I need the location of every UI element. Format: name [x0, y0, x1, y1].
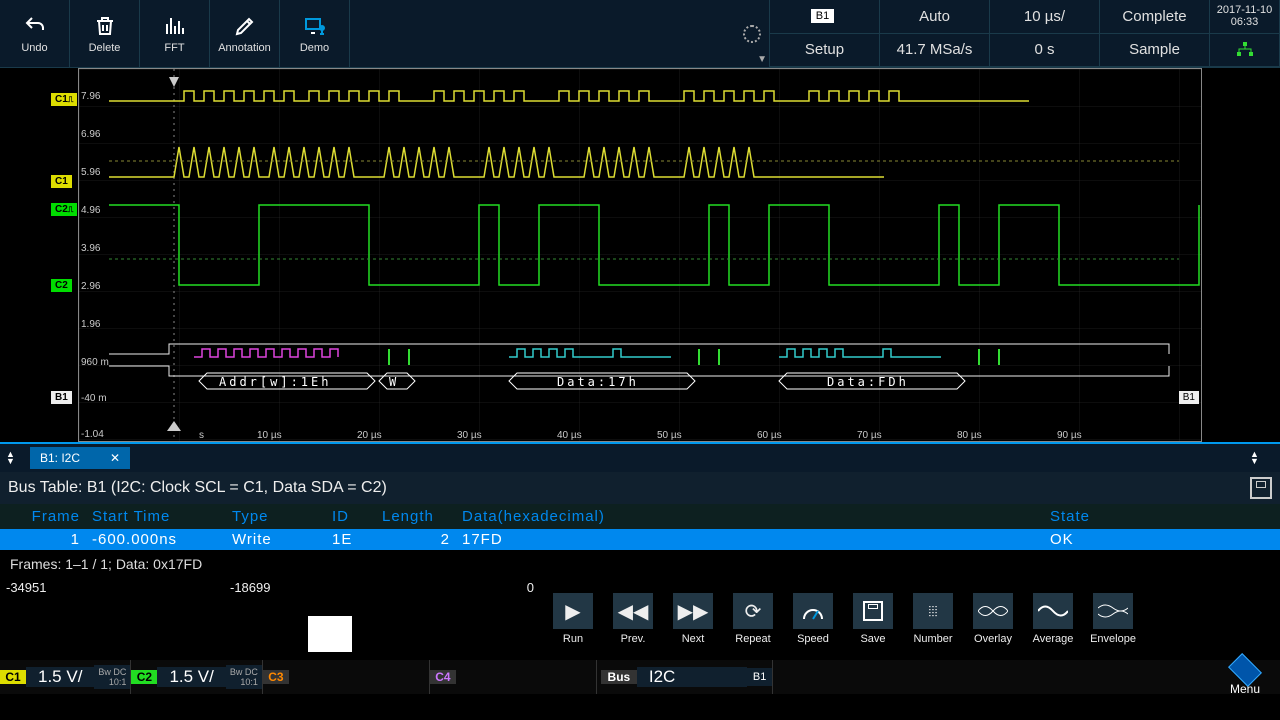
- toolbar-spacer: ▼: [350, 0, 769, 67]
- gear-icon[interactable]: [743, 25, 761, 43]
- panel-resize-icon[interactable]: ▲▼: [6, 451, 24, 465]
- number-button[interactable]: ⦙⦙⦙Number: [905, 583, 961, 645]
- close-icon[interactable]: ✕: [110, 451, 120, 465]
- save-icon[interactable]: [1250, 477, 1272, 499]
- bus-selector[interactable]: Bus I2C B1: [601, 660, 773, 694]
- panel-resize-icon-right[interactable]: ▲▼: [1250, 451, 1268, 465]
- label-c2: C2: [51, 279, 72, 292]
- histogram: -34951 -18699 0: [0, 578, 540, 660]
- channel-footer: C1 1.5 V/ Bᴡ DC10:1 C2 1.5 V/ Bᴡ DC10:1 …: [0, 660, 1280, 694]
- fft-button[interactable]: FFT: [140, 0, 210, 67]
- channel-c3[interactable]: C3: [263, 660, 430, 694]
- chevron-down-icon[interactable]: ▼: [757, 54, 767, 65]
- time-offset[interactable]: 0 s: [990, 34, 1100, 68]
- bus-table-row[interactable]: 1 -600.000ns Write 1E 2 17FD OK: [0, 529, 1280, 550]
- menu-button[interactable]: Menu: [1210, 660, 1280, 694]
- frames-summary: Frames: 1–1 / 1; Data: 0x17FD: [0, 550, 1280, 578]
- average-button[interactable]: Average: [1025, 583, 1081, 645]
- bus-indicator[interactable]: B1: [770, 0, 880, 34]
- next-button[interactable]: ▶▶Next: [665, 583, 721, 645]
- toolbar: Undo Delete FFT Annotation Demo ▼ B1 Aut…: [0, 0, 1280, 68]
- decode-w: W: [389, 375, 399, 389]
- datetime: 2017-11-1006:33: [1210, 0, 1280, 34]
- overlay-button[interactable]: Overlay: [965, 583, 1021, 645]
- bus-tab[interactable]: B1: I2C✕: [30, 447, 130, 469]
- label-c1: C1: [51, 175, 72, 188]
- bus-table-title: Bus Table: B1 (I2C: Clock SCL = C1, Data…: [0, 472, 1280, 504]
- bus-table-header: Frame Start Time Type ID Length Data(hex…: [0, 504, 1280, 529]
- label-b1: B1: [51, 391, 72, 404]
- undo-button[interactable]: Undo: [0, 0, 70, 67]
- channel-c2[interactable]: C2 1.5 V/ Bᴡ DC10:1: [131, 660, 262, 694]
- decode-data2: Data:FDh: [827, 375, 909, 389]
- setup-button[interactable]: Setup: [770, 34, 880, 68]
- timebase[interactable]: 10 µs/: [990, 0, 1100, 34]
- speed-button[interactable]: Speed: [785, 583, 841, 645]
- channel-c4[interactable]: C4: [430, 660, 597, 694]
- delete-button[interactable]: Delete: [70, 0, 140, 67]
- playback-controls: ▶Run ◀◀Prev. ▶▶Next ⟳Repeat Speed Save ⦙…: [540, 578, 1146, 660]
- histogram-bar: [308, 616, 352, 652]
- demo-button[interactable]: Demo: [280, 0, 350, 67]
- envelope-button[interactable]: Envelope: [1085, 583, 1141, 645]
- label-c2-digital: C2⎍: [51, 203, 77, 216]
- waveform-display[interactable]: C1⎍ C1 C2⎍ C2 B1 7.96 6.96 5.96 4.96 3.9…: [78, 68, 1202, 442]
- repeat-button[interactable]: ⟳Repeat: [725, 583, 781, 645]
- decode-addr: Addr[w]:1Eh: [219, 375, 331, 389]
- prev-button[interactable]: ◀◀Prev.: [605, 583, 661, 645]
- channel-labels: C1⎍ C1 C2⎍ C2 B1: [51, 69, 77, 441]
- label-b1-right: B1: [1179, 391, 1199, 404]
- sample-rate[interactable]: 41.7 MSa/s: [880, 34, 990, 68]
- run-button[interactable]: ▶Run: [545, 583, 601, 645]
- channel-c1[interactable]: C1 1.5 V/ Bᴡ DC10:1: [0, 660, 131, 694]
- annotation-button[interactable]: Annotation: [210, 0, 280, 67]
- network-icon[interactable]: [1210, 34, 1280, 68]
- lower-panel: -34951 -18699 0 ▶Run ◀◀Prev. ▶▶Next ⟳Rep…: [0, 578, 1280, 660]
- trigger-mode[interactable]: Auto: [880, 0, 990, 34]
- label-c1-digital: C1⎍: [51, 93, 77, 106]
- decode-data1: Data:17h: [557, 375, 639, 389]
- save-button[interactable]: Save: [845, 583, 901, 645]
- bus-panel-header: ▲▼ B1: I2C✕ ▲▼: [0, 442, 1280, 472]
- acq-mode[interactable]: Sample: [1100, 34, 1210, 68]
- status-panel: B1 Auto 10 µs/ Complete 2017-11-1006:33 …: [769, 0, 1280, 67]
- acq-state: Complete: [1100, 0, 1210, 34]
